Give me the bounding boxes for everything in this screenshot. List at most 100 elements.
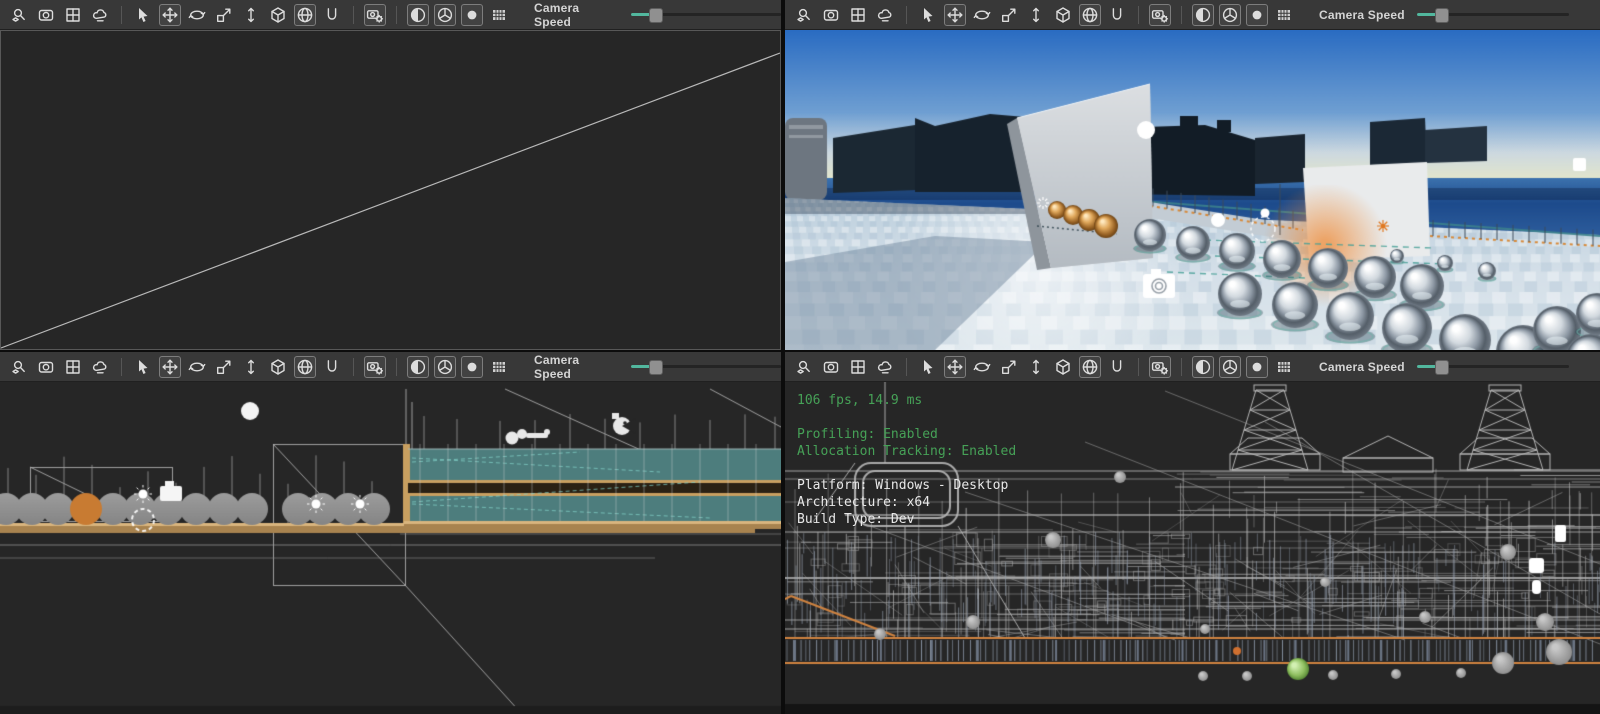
shading-mode-icon[interactable] bbox=[1192, 356, 1214, 378]
camera-speed-control: Camera Speed bbox=[1319, 8, 1569, 22]
wireframe-mode-icon[interactable] bbox=[434, 356, 456, 378]
viewport-canvas-wireframe-side[interactable] bbox=[0, 382, 781, 714]
viewport-bottom-left[interactable]: Camera Speed bbox=[0, 352, 781, 714]
camera-view-icon[interactable] bbox=[35, 4, 57, 26]
toolbar-separator bbox=[353, 6, 354, 24]
camera-view-icon[interactable] bbox=[820, 4, 842, 26]
move-tool-icon[interactable] bbox=[944, 356, 966, 378]
world-space-icon[interactable] bbox=[294, 4, 316, 26]
rotate-tool-icon[interactable] bbox=[971, 4, 993, 26]
rotate-tool-icon[interactable] bbox=[971, 356, 993, 378]
viewport-top-right[interactable]: Camera Speed bbox=[785, 0, 1600, 350]
vertical-snap-tool-icon[interactable] bbox=[1025, 356, 1047, 378]
world-space-icon[interactable] bbox=[294, 356, 316, 378]
grid-overlay-icon[interactable] bbox=[488, 356, 510, 378]
wireframe-mode-icon[interactable] bbox=[1219, 356, 1241, 378]
rotate-tool-icon[interactable] bbox=[186, 356, 208, 378]
move-tool-icon[interactable] bbox=[944, 4, 966, 26]
grid-overlay-icon[interactable] bbox=[488, 4, 510, 26]
camera-speed-slider[interactable] bbox=[1417, 13, 1569, 16]
select-tool-icon[interactable] bbox=[917, 356, 939, 378]
viewport-toolbar: Camera Speed bbox=[0, 0, 781, 30]
camera-settings-icon[interactable] bbox=[1149, 4, 1171, 26]
toolbar-separator bbox=[906, 6, 907, 24]
scale-tool-icon[interactable] bbox=[213, 4, 235, 26]
vertical-snap-tool-icon[interactable] bbox=[240, 356, 262, 378]
wireframe-mode-icon[interactable] bbox=[434, 4, 456, 26]
scale-tool-icon[interactable] bbox=[998, 4, 1020, 26]
debug-build-type: Build Type: Dev bbox=[797, 511, 1016, 528]
camera-speed-slider[interactable] bbox=[631, 13, 781, 16]
show-helpers-icon[interactable] bbox=[89, 356, 111, 378]
grid-overlay-icon[interactable] bbox=[1273, 4, 1295, 26]
zoom-to-selection-icon[interactable] bbox=[8, 4, 30, 26]
camera-view-icon[interactable] bbox=[35, 356, 57, 378]
select-tool-icon[interactable] bbox=[132, 356, 154, 378]
editor-multi-viewport: Camera Speed Camera Speed bbox=[0, 0, 1600, 714]
local-space-icon[interactable] bbox=[1052, 356, 1074, 378]
local-space-icon[interactable] bbox=[267, 356, 289, 378]
move-tool-icon[interactable] bbox=[159, 356, 181, 378]
move-tool-icon[interactable] bbox=[159, 4, 181, 26]
shading-mode-icon[interactable] bbox=[407, 4, 429, 26]
toolbar-separator bbox=[1181, 6, 1182, 24]
camera-speed-handle[interactable] bbox=[1435, 360, 1449, 375]
snap-magnet-icon[interactable] bbox=[321, 356, 343, 378]
viewport-toolbar: Camera Speed bbox=[785, 352, 1600, 382]
show-helpers-icon[interactable] bbox=[874, 4, 896, 26]
camera-speed-handle[interactable] bbox=[1435, 8, 1449, 23]
camera-settings-icon[interactable] bbox=[1149, 356, 1171, 378]
viewport-canvas-top-left[interactable] bbox=[0, 30, 781, 350]
rotate-tool-icon[interactable] bbox=[186, 4, 208, 26]
viewport-layout-icon[interactable] bbox=[62, 4, 84, 26]
toolbar-separator bbox=[1138, 358, 1139, 376]
viewport-top-left[interactable]: Camera Speed bbox=[0, 0, 781, 350]
camera-speed-label: Camera Speed bbox=[534, 353, 619, 381]
camera-settings-icon[interactable] bbox=[364, 356, 386, 378]
camera-speed-slider[interactable] bbox=[631, 365, 781, 368]
point-mode-icon[interactable] bbox=[1246, 4, 1268, 26]
viewport-toolbar: Camera Speed bbox=[785, 0, 1600, 30]
zoom-to-selection-icon[interactable] bbox=[8, 356, 30, 378]
camera-speed-handle[interactable] bbox=[649, 8, 663, 23]
shading-mode-icon[interactable] bbox=[1192, 4, 1214, 26]
scale-tool-icon[interactable] bbox=[998, 356, 1020, 378]
point-mode-icon[interactable] bbox=[1246, 356, 1268, 378]
zoom-to-selection-icon[interactable] bbox=[793, 4, 815, 26]
world-space-icon[interactable] bbox=[1079, 4, 1101, 26]
viewport-layout-icon[interactable] bbox=[62, 356, 84, 378]
show-helpers-icon[interactable] bbox=[874, 356, 896, 378]
viewport-canvas-rendered-3d[interactable] bbox=[785, 30, 1600, 350]
camera-settings-icon[interactable] bbox=[364, 4, 386, 26]
scale-tool-icon[interactable] bbox=[213, 356, 235, 378]
vertical-snap-tool-icon[interactable] bbox=[1025, 4, 1047, 26]
toolbar-icons bbox=[793, 356, 1295, 378]
viewport-bottom-right[interactable]: Camera Speed 106 fps, 14.9 ms Profiling:… bbox=[785, 352, 1600, 714]
snap-magnet-icon[interactable] bbox=[321, 4, 343, 26]
viewport-layout-icon[interactable] bbox=[847, 4, 869, 26]
toolbar-separator bbox=[121, 6, 122, 24]
local-space-icon[interactable] bbox=[267, 4, 289, 26]
point-mode-icon[interactable] bbox=[461, 356, 483, 378]
debug-overlay: 106 fps, 14.9 ms Profiling: Enabled Allo… bbox=[797, 392, 1016, 528]
show-helpers-icon[interactable] bbox=[89, 4, 111, 26]
camera-view-icon[interactable] bbox=[820, 356, 842, 378]
world-space-icon[interactable] bbox=[1079, 356, 1101, 378]
snap-magnet-icon[interactable] bbox=[1106, 356, 1128, 378]
snap-magnet-icon[interactable] bbox=[1106, 4, 1128, 26]
grid-overlay-icon[interactable] bbox=[1273, 356, 1295, 378]
vertical-snap-tool-icon[interactable] bbox=[240, 4, 262, 26]
camera-speed-slider[interactable] bbox=[1417, 365, 1569, 368]
zoom-to-selection-icon[interactable] bbox=[793, 356, 815, 378]
camera-speed-label: Camera Speed bbox=[1319, 8, 1405, 22]
point-mode-icon[interactable] bbox=[461, 4, 483, 26]
viewport-layout-icon[interactable] bbox=[847, 356, 869, 378]
camera-speed-handle[interactable] bbox=[649, 360, 663, 375]
camera-speed-control: Camera Speed bbox=[534, 1, 781, 29]
select-tool-icon[interactable] bbox=[917, 4, 939, 26]
camera-speed-control: Camera Speed bbox=[1319, 360, 1569, 374]
local-space-icon[interactable] bbox=[1052, 4, 1074, 26]
select-tool-icon[interactable] bbox=[132, 4, 154, 26]
shading-mode-icon[interactable] bbox=[407, 356, 429, 378]
wireframe-mode-icon[interactable] bbox=[1219, 4, 1241, 26]
